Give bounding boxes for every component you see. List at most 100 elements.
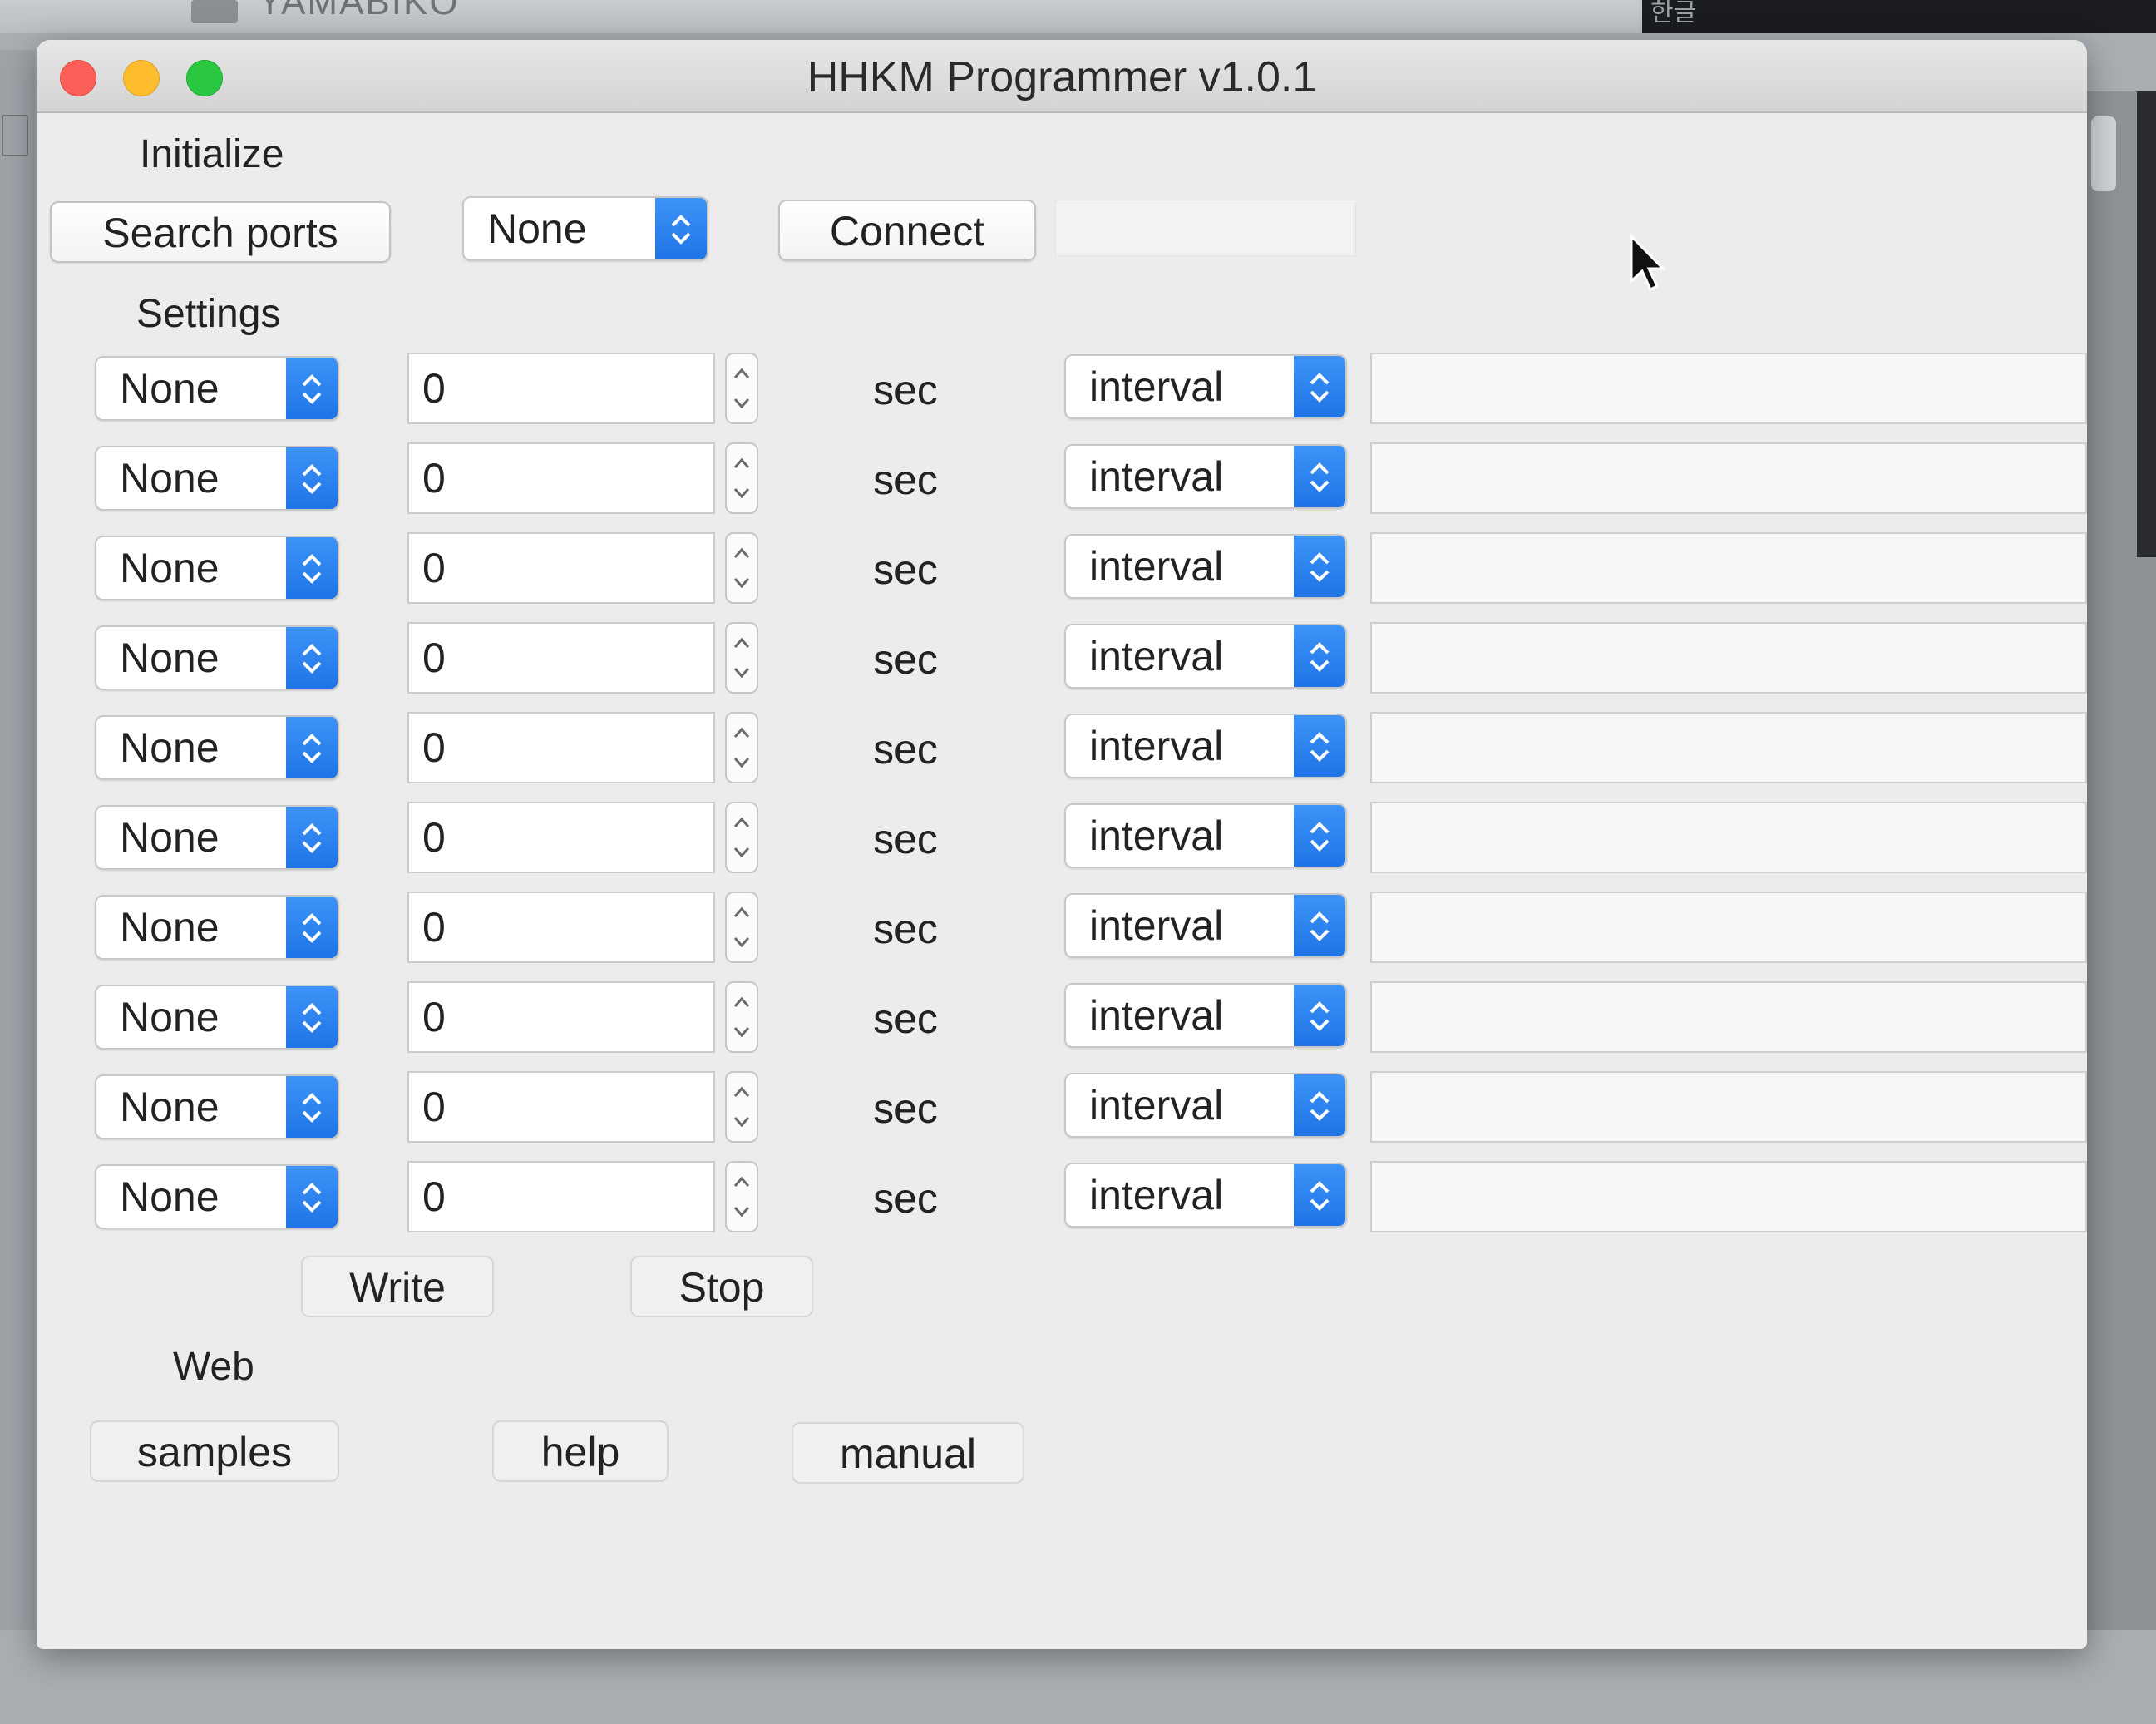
mode-select[interactable]: interval xyxy=(1064,624,1347,689)
write-button[interactable]: Write xyxy=(301,1256,494,1317)
duration-field[interactable] xyxy=(407,442,715,514)
key-select[interactable]: None xyxy=(95,536,339,600)
description-field[interactable] xyxy=(1370,622,2087,694)
duration-stepper[interactable] xyxy=(725,532,758,604)
description-input[interactable] xyxy=(1372,983,2087,1053)
key-select[interactable]: None xyxy=(95,805,339,870)
description-field[interactable] xyxy=(1370,532,2087,604)
duration-input[interactable] xyxy=(409,1163,713,1231)
description-field[interactable] xyxy=(1370,442,2087,514)
stepper-up-icon[interactable] xyxy=(733,546,751,561)
stepper-down-icon[interactable] xyxy=(733,1114,751,1129)
mode-select[interactable]: interval xyxy=(1064,893,1347,958)
key-select[interactable]: None xyxy=(95,1164,339,1229)
duration-input[interactable] xyxy=(409,803,713,872)
description-input[interactable] xyxy=(1372,893,2087,963)
description-input[interactable] xyxy=(1372,444,2087,514)
connect-button[interactable]: Connect xyxy=(778,200,1036,261)
description-input[interactable] xyxy=(1372,354,2087,424)
duration-stepper[interactable] xyxy=(725,1071,758,1143)
description-field[interactable] xyxy=(1370,1071,2087,1143)
description-input[interactable] xyxy=(1372,534,2087,604)
stop-button[interactable]: Stop xyxy=(630,1256,813,1317)
key-select[interactable]: None xyxy=(95,985,339,1050)
duration-input[interactable] xyxy=(409,893,713,961)
samples-button[interactable]: samples xyxy=(90,1420,339,1482)
duration-stepper[interactable] xyxy=(725,981,758,1053)
duration-stepper[interactable] xyxy=(725,622,758,694)
duration-input[interactable] xyxy=(409,444,713,512)
stepper-down-icon[interactable] xyxy=(733,665,751,680)
help-button[interactable]: help xyxy=(492,1420,669,1482)
duration-field[interactable] xyxy=(407,892,715,963)
duration-field[interactable] xyxy=(407,532,715,604)
duration-input[interactable] xyxy=(409,983,713,1051)
stepper-up-icon[interactable] xyxy=(733,635,751,650)
description-field[interactable] xyxy=(1370,892,2087,963)
duration-field[interactable] xyxy=(407,622,715,694)
mode-select[interactable]: interval xyxy=(1064,803,1347,868)
title-bar[interactable]: HHKM Programmer v1.0.1 xyxy=(37,40,2087,113)
description-field[interactable] xyxy=(1370,802,2087,873)
description-field[interactable] xyxy=(1370,981,2087,1053)
description-input[interactable] xyxy=(1372,1073,2087,1143)
duration-field[interactable] xyxy=(407,981,715,1053)
stepper-up-icon[interactable] xyxy=(733,815,751,830)
duration-field[interactable] xyxy=(407,712,715,783)
description-field[interactable] xyxy=(1370,353,2087,424)
description-input[interactable] xyxy=(1372,1163,2087,1232)
duration-stepper[interactable] xyxy=(725,353,758,424)
stepper-down-icon[interactable] xyxy=(733,396,751,411)
mode-select[interactable]: interval xyxy=(1064,1163,1347,1228)
stepper-up-icon[interactable] xyxy=(733,456,751,471)
description-input[interactable] xyxy=(1372,714,2087,783)
duration-input[interactable] xyxy=(409,714,713,782)
stepper-up-icon[interactable] xyxy=(733,1174,751,1189)
key-select[interactable]: None xyxy=(95,356,339,421)
description-input[interactable] xyxy=(1372,624,2087,694)
port-select[interactable]: None xyxy=(462,196,708,261)
duration-field[interactable] xyxy=(407,353,715,424)
duration-field[interactable] xyxy=(407,1161,715,1232)
stepper-down-icon[interactable] xyxy=(733,1204,751,1219)
duration-input[interactable] xyxy=(409,624,713,692)
mode-select[interactable]: interval xyxy=(1064,444,1347,509)
duration-field[interactable] xyxy=(407,1071,715,1143)
mode-select[interactable]: interval xyxy=(1064,354,1347,419)
chevron-updown-icon xyxy=(1294,356,1345,417)
key-select[interactable]: None xyxy=(95,1074,339,1139)
stepper-down-icon[interactable] xyxy=(733,755,751,770)
duration-input[interactable] xyxy=(409,1073,713,1141)
manual-button[interactable]: manual xyxy=(792,1422,1024,1484)
stepper-down-icon[interactable] xyxy=(733,486,751,501)
description-field[interactable] xyxy=(1370,712,2087,783)
search-ports-button[interactable]: Search ports xyxy=(50,201,391,263)
duration-stepper[interactable] xyxy=(725,712,758,783)
duration-stepper[interactable] xyxy=(725,442,758,514)
stepper-down-icon[interactable] xyxy=(733,575,751,590)
stepper-up-icon[interactable] xyxy=(733,366,751,381)
duration-stepper[interactable] xyxy=(725,1161,758,1232)
duration-field[interactable] xyxy=(407,802,715,873)
mode-select[interactable]: interval xyxy=(1064,1073,1347,1138)
stepper-down-icon[interactable] xyxy=(733,1025,751,1040)
key-select[interactable]: None xyxy=(95,715,339,780)
mode-select[interactable]: interval xyxy=(1064,534,1347,599)
duration-stepper[interactable] xyxy=(725,892,758,963)
duration-input[interactable] xyxy=(409,354,713,422)
description-input[interactable] xyxy=(1372,803,2087,873)
duration-input[interactable] xyxy=(409,534,713,602)
mode-select[interactable]: interval xyxy=(1064,714,1347,778)
description-field[interactable] xyxy=(1370,1161,2087,1232)
key-select[interactable]: None xyxy=(95,625,339,690)
duration-stepper[interactable] xyxy=(725,802,758,873)
stepper-up-icon[interactable] xyxy=(733,1084,751,1099)
stepper-up-icon[interactable] xyxy=(733,995,751,1010)
stepper-up-icon[interactable] xyxy=(733,905,751,920)
key-select[interactable]: None xyxy=(95,895,339,960)
mode-select[interactable]: interval xyxy=(1064,983,1347,1048)
stepper-up-icon[interactable] xyxy=(733,725,751,740)
stepper-down-icon[interactable] xyxy=(733,935,751,950)
key-select[interactable]: None xyxy=(95,446,339,511)
stepper-down-icon[interactable] xyxy=(733,845,751,860)
